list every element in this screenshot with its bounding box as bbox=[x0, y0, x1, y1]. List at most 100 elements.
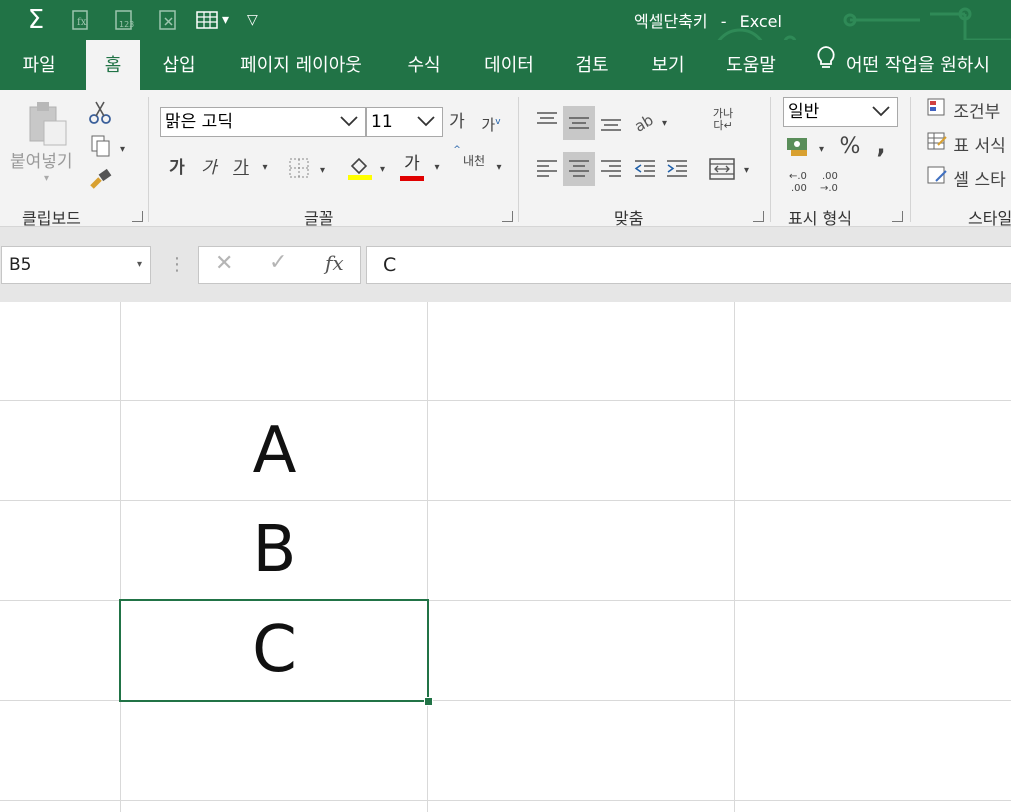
quick-access-toolbar: Σ fx 123 ▾ ▽ bbox=[24, 0, 258, 40]
orientation-icon[interactable]: ab ▾ bbox=[631, 108, 672, 138]
merge-center-icon[interactable]: ▾ bbox=[708, 156, 756, 186]
decrease-font-size-button[interactable]: 가v bbox=[480, 108, 502, 139]
insert-function-button[interactable]: fx bbox=[325, 251, 344, 275]
align-right-icon[interactable] bbox=[598, 156, 624, 186]
insert-function-icon[interactable]: fx bbox=[68, 8, 92, 32]
column-gridline bbox=[734, 302, 735, 812]
enter-icon[interactable]: ✓ bbox=[269, 250, 287, 275]
number-launcher-icon[interactable] bbox=[892, 211, 903, 222]
lightbulb-icon bbox=[816, 40, 836, 92]
decrease-indent-icon[interactable] bbox=[632, 156, 658, 186]
cell-styles-icon bbox=[926, 165, 948, 196]
svg-text:.00: .00 bbox=[822, 171, 838, 182]
alignment-group-label: 맞춤 bbox=[614, 209, 644, 228]
cell-b4[interactable]: B bbox=[121, 500, 428, 600]
table-icon bbox=[926, 131, 948, 162]
cell-styles-button[interactable]: 셀 스타 bbox=[926, 165, 1011, 196]
clipboard-group-label: 클립보드 bbox=[22, 209, 81, 228]
fill-handle[interactable] bbox=[424, 697, 433, 706]
table-format-icon[interactable] bbox=[194, 8, 220, 32]
align-middle-icon[interactable] bbox=[563, 106, 595, 140]
font-name-value: 맑은 고딕 bbox=[165, 112, 233, 132]
paste-icon bbox=[26, 99, 70, 153]
number-group-label: 표시 형식 bbox=[788, 209, 852, 228]
alignment-launcher-icon[interactable] bbox=[753, 211, 764, 222]
ribbon-separator bbox=[910, 97, 911, 222]
conditional-formatting-icon bbox=[926, 97, 948, 128]
phonetic-button[interactable]: 내천 bbox=[456, 154, 492, 168]
paste-button[interactable]: 붙여넣기 ▾ bbox=[8, 97, 84, 192]
percent-button[interactable]: % bbox=[836, 133, 864, 161]
name-box[interactable]: B5 ▾ bbox=[1, 246, 151, 284]
number-format-combo[interactable]: 일반 bbox=[783, 97, 898, 127]
wrap-text-button[interactable]: 가나 다↵ bbox=[708, 108, 738, 132]
underline-button[interactable]: 가 bbox=[229, 154, 253, 182]
bold-button[interactable]: 가 bbox=[165, 154, 189, 182]
align-bottom-icon[interactable] bbox=[598, 108, 624, 138]
tab-view[interactable]: 보기 bbox=[640, 40, 696, 90]
font-size-combo[interactable]: 11 bbox=[366, 107, 443, 137]
increase-decimal-icon[interactable]: ←.0.00 bbox=[787, 168, 815, 198]
align-left-icon[interactable] bbox=[534, 156, 560, 186]
tab-insert[interactable]: 삽입 bbox=[150, 40, 208, 90]
svg-text:▾: ▾ bbox=[380, 164, 385, 175]
align-center-icon[interactable] bbox=[563, 152, 595, 186]
font-launcher-icon[interactable] bbox=[502, 211, 513, 222]
fill-color-icon[interactable]: ▾ bbox=[346, 154, 394, 186]
document-name: 엑셀단축키 bbox=[634, 12, 708, 31]
ribbon-separator bbox=[770, 97, 771, 222]
font-size-value: 11 bbox=[371, 112, 393, 132]
svg-text:→.0: →.0 bbox=[820, 183, 838, 194]
chevron-down-icon bbox=[339, 111, 359, 141]
tell-me-text: 어떤 작업을 원하시 bbox=[846, 55, 990, 76]
svg-text:▾: ▾ bbox=[320, 165, 325, 176]
paste-dropdown-icon: ▾ bbox=[44, 173, 50, 184]
format-as-table-button[interactable]: 표 서식 bbox=[926, 131, 1011, 162]
font-group-label: 글꼴 bbox=[304, 209, 334, 228]
styles-group-label: 스타일 bbox=[968, 209, 1011, 228]
font-color-dropdown-icon[interactable]: ▾ bbox=[430, 154, 444, 182]
underline-dropdown-icon[interactable]: ▾ bbox=[258, 154, 272, 182]
name-box-dropdown-icon[interactable]: ▾ bbox=[137, 247, 142, 283]
tab-file[interactable]: 파일 bbox=[8, 40, 70, 90]
cancel-icon[interactable]: ✕ bbox=[215, 251, 233, 276]
formula-buttons: ✕ ✓ fx bbox=[198, 246, 361, 284]
formula-input[interactable]: C bbox=[366, 246, 1011, 284]
increase-indent-icon[interactable] bbox=[664, 156, 690, 186]
tab-data[interactable]: 데이터 bbox=[472, 40, 546, 90]
formula-bar-grip-icon[interactable]: ⋮ bbox=[168, 254, 186, 275]
comma-button[interactable]: , bbox=[872, 131, 890, 159]
borders-icon[interactable]: ▾ bbox=[288, 157, 332, 185]
phonetic-dropdown-icon[interactable]: ▾ bbox=[492, 154, 506, 182]
copy-icon[interactable]: ▾ bbox=[90, 134, 130, 164]
conditional-formatting-button[interactable]: 조건부 bbox=[926, 97, 1011, 128]
font-color-button[interactable]: 가 bbox=[398, 150, 426, 181]
chevron-down-icon bbox=[871, 101, 891, 131]
currency-icon[interactable]: ▾ bbox=[785, 134, 831, 166]
autosum-icon[interactable]: Σ bbox=[24, 5, 48, 35]
name-box-value: B5 bbox=[9, 255, 32, 275]
format-painter-icon[interactable] bbox=[88, 167, 114, 195]
clipboard-launcher-icon[interactable] bbox=[132, 211, 143, 222]
tab-help[interactable]: 도움말 bbox=[716, 40, 786, 90]
align-top-icon[interactable] bbox=[534, 108, 560, 138]
tab-home[interactable]: 홈 bbox=[86, 40, 140, 90]
tell-me-box[interactable]: 어떤 작업을 원하시 bbox=[816, 40, 1011, 90]
paste-formatting-icon[interactable] bbox=[156, 8, 180, 32]
font-name-combo[interactable]: 맑은 고딕 bbox=[160, 107, 366, 137]
customize-qat-icon[interactable]: ▽ bbox=[247, 12, 258, 28]
tab-page-layout[interactable]: 페이지 레이아웃 bbox=[226, 40, 376, 90]
cut-icon[interactable] bbox=[88, 99, 112, 129]
paste-values-icon[interactable]: 123 bbox=[112, 8, 136, 32]
tab-formulas[interactable]: 수식 bbox=[396, 40, 452, 90]
chevron-down-icon bbox=[416, 111, 436, 141]
svg-text:▾: ▾ bbox=[744, 165, 749, 176]
tab-review[interactable]: 검토 bbox=[564, 40, 620, 90]
font-color-swatch bbox=[400, 176, 424, 181]
cell-b3[interactable]: A bbox=[121, 401, 428, 501]
decrease-decimal-icon[interactable]: .00 →.0 bbox=[818, 168, 846, 198]
svg-text:fx: fx bbox=[77, 17, 87, 28]
italic-button[interactable]: 가 bbox=[197, 154, 221, 182]
number-format-value: 일반 bbox=[788, 102, 820, 122]
table-format-dropdown-icon[interactable]: ▾ bbox=[222, 12, 229, 28]
